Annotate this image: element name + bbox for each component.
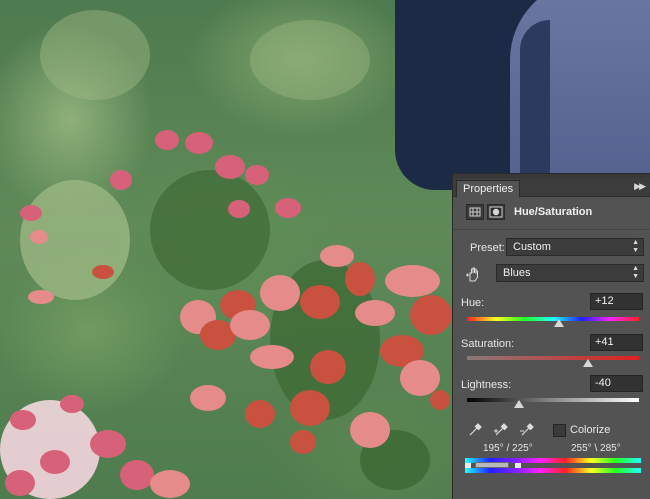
range-right-handle[interactable] xyxy=(515,463,521,468)
petal xyxy=(155,130,179,150)
range-right-readout: 255° \ 285° xyxy=(571,443,621,454)
panel-tabbar: Properties ▶▶ xyxy=(453,178,650,197)
petal xyxy=(230,310,270,340)
petal xyxy=(245,400,275,428)
lightness-slider-track[interactable] xyxy=(467,398,639,402)
petal xyxy=(430,390,450,410)
petal xyxy=(92,265,114,279)
petal xyxy=(120,460,154,490)
foliage-blur xyxy=(40,10,150,100)
lightness-value-field[interactable]: -40 xyxy=(590,375,643,392)
panel-menu-icon[interactable]: ▶▶ xyxy=(634,181,646,192)
adjustment-layer-icon[interactable] xyxy=(466,204,484,220)
petal xyxy=(290,430,316,454)
flower-stems xyxy=(150,170,270,290)
properties-panel: Properties ▶▶ Hue/Saturation Preset: Cus… xyxy=(452,173,650,499)
petal xyxy=(5,470,35,496)
colorize-checkbox[interactable] xyxy=(553,424,566,437)
petal xyxy=(110,170,132,190)
saturation-value-field[interactable]: +41 xyxy=(590,334,643,351)
petal xyxy=(30,230,48,244)
petal xyxy=(185,132,213,154)
header-divider xyxy=(453,229,650,230)
range-left-handle[interactable] xyxy=(465,463,471,468)
range-left-readout: 195° / 225° xyxy=(483,443,533,454)
petal xyxy=(275,198,301,218)
select-arrows-icon: ▲ ▼ xyxy=(632,239,639,254)
petal xyxy=(290,390,330,426)
petal xyxy=(90,430,126,458)
petal xyxy=(350,412,390,448)
lightness-label: Lightness: xyxy=(461,379,512,391)
petal xyxy=(355,300,395,326)
preset-select[interactable]: Custom ▲ ▼ xyxy=(506,238,644,256)
color-range-selector[interactable] xyxy=(475,462,509,468)
petal xyxy=(150,470,190,498)
hand-target-icon[interactable] xyxy=(465,265,483,283)
output-color-bar xyxy=(465,468,641,473)
petal xyxy=(320,245,354,267)
eyedropper-plus-icon[interactable] xyxy=(493,422,509,438)
petal xyxy=(300,285,340,319)
petal xyxy=(228,200,250,218)
hue-label: Hue: xyxy=(461,297,485,309)
petal xyxy=(215,155,245,179)
eyedropper-minus-icon[interactable] xyxy=(519,422,535,438)
hue-value-field[interactable]: +12 xyxy=(590,293,643,310)
petal xyxy=(345,262,375,296)
petal xyxy=(28,290,54,304)
tab-properties[interactable]: Properties xyxy=(456,180,521,197)
preset-value: Custom xyxy=(513,241,551,253)
petal xyxy=(60,395,84,413)
lightness-slider-thumb[interactable] xyxy=(513,400,524,408)
arch-pillar xyxy=(520,20,550,180)
petal xyxy=(10,410,36,430)
adjustment-title: Hue/Saturation xyxy=(514,206,593,218)
saturation-slider-thumb[interactable] xyxy=(583,359,594,367)
petal xyxy=(260,275,300,311)
foliage-blur xyxy=(250,20,370,100)
layer-mask-icon[interactable] xyxy=(487,204,505,220)
petal xyxy=(190,385,226,411)
petal xyxy=(385,265,440,297)
hue-slider-thumb[interactable] xyxy=(553,319,564,327)
petal xyxy=(245,165,269,185)
petal xyxy=(40,450,70,474)
petal xyxy=(20,205,42,221)
colorize-label: Colorize xyxy=(570,424,611,436)
petal xyxy=(250,345,294,369)
select-arrows-icon: ▲ ▼ xyxy=(632,265,639,280)
petal xyxy=(310,350,346,384)
channel-select[interactable]: Blues ▲ ▼ xyxy=(496,264,644,282)
preset-label: Preset: xyxy=(470,242,505,254)
saturation-label: Saturation: xyxy=(461,338,515,350)
channel-value: Blues xyxy=(503,267,531,279)
saturation-slider-track[interactable] xyxy=(467,356,639,360)
eyedropper-icon[interactable] xyxy=(467,422,483,438)
petal xyxy=(410,295,452,335)
